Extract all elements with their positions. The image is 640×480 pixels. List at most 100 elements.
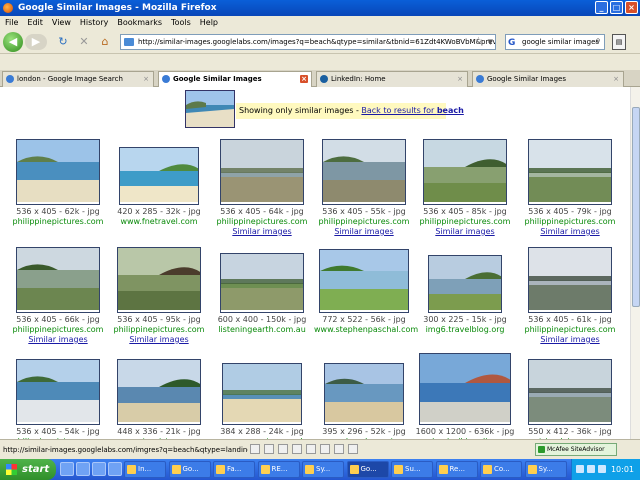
tab-london-search[interactable]: london - Google Image Search × bbox=[2, 71, 154, 87]
result-thumbnail[interactable] bbox=[319, 249, 409, 313]
menu-view[interactable]: View bbox=[52, 16, 71, 30]
tab-similar-images-active[interactable]: Google Similar Images × bbox=[158, 71, 312, 88]
start-button[interactable]: start bbox=[0, 459, 56, 480]
maximize-button[interactable]: □ bbox=[610, 1, 623, 14]
tray-icon[interactable] bbox=[576, 465, 584, 473]
addon-icon[interactable] bbox=[250, 444, 260, 454]
result-thumbnail[interactable] bbox=[324, 363, 404, 425]
result-thumbnail[interactable] bbox=[222, 363, 302, 425]
banner-message: Showing only similar images - Back to re… bbox=[236, 103, 464, 119]
close-button[interactable]: × bbox=[625, 1, 638, 14]
back-button[interactable]: ◀ bbox=[3, 32, 23, 52]
result-thumbnail[interactable] bbox=[16, 139, 100, 205]
addon-icon[interactable] bbox=[278, 444, 288, 454]
quicklaunch-icon[interactable] bbox=[60, 462, 74, 476]
addon-icon[interactable] bbox=[348, 444, 358, 454]
mcafee-siteadvisor-button[interactable]: McAfee SiteAdvisor bbox=[535, 443, 617, 456]
query-thumbnail[interactable] bbox=[185, 90, 235, 128]
quicklaunch-icon[interactable] bbox=[92, 462, 106, 476]
vertical-scrollbar[interactable] bbox=[630, 87, 640, 439]
similar-images-link[interactable]: Similar images bbox=[520, 227, 620, 237]
addon-icon[interactable] bbox=[306, 444, 316, 454]
tab-close-icon[interactable]: × bbox=[300, 75, 308, 83]
quicklaunch-icon[interactable] bbox=[108, 462, 122, 476]
similar-images-link[interactable]: Similar images bbox=[8, 335, 108, 345]
result-thumbnail[interactable] bbox=[423, 139, 507, 205]
result-source: philippinepictures.com bbox=[216, 217, 308, 226]
taskbar-button[interactable]: Sy... bbox=[524, 461, 567, 478]
tab-linkedin[interactable]: LinkedIn: Home × bbox=[316, 71, 468, 87]
similar-images-link[interactable]: Similar images bbox=[314, 227, 414, 237]
home-icon[interactable]: ⌂ bbox=[97, 34, 113, 50]
result-thumbnail[interactable] bbox=[117, 359, 201, 425]
similar-images-link[interactable]: Similar images bbox=[212, 227, 312, 237]
task-app-icon bbox=[171, 465, 181, 474]
result-thumbnail[interactable] bbox=[528, 247, 612, 313]
tab-close-icon[interactable]: × bbox=[612, 75, 620, 83]
result-thumbnail[interactable] bbox=[220, 139, 304, 205]
result-thumbnail[interactable] bbox=[419, 353, 511, 425]
taskbar-button[interactable]: Su... bbox=[391, 461, 433, 478]
result-source: img6.travelblog.org bbox=[425, 325, 505, 334]
result-dimensions: 772 x 522 - 56k - jpg bbox=[322, 315, 406, 324]
result-thumbnail[interactable] bbox=[16, 359, 100, 425]
result-item: 600 x 400 - 150k - jpg listeningearth.com… bbox=[212, 245, 312, 355]
tab-close-icon[interactable]: × bbox=[142, 75, 150, 83]
toolbar-extension-icon[interactable]: ▤ bbox=[612, 34, 626, 50]
similar-images-link[interactable]: Similar images bbox=[415, 227, 515, 237]
result-thumbnail[interactable] bbox=[428, 255, 502, 313]
taskbar-button[interactable]: Co... bbox=[480, 461, 522, 478]
back-to-results-link[interactable]: Back to results for beach bbox=[361, 106, 463, 115]
result-source: www.fnetravel.com bbox=[120, 217, 198, 226]
result-thumbnail[interactable] bbox=[16, 247, 100, 313]
quicklaunch-icon[interactable] bbox=[76, 462, 90, 476]
addon-icon[interactable] bbox=[292, 444, 302, 454]
reload-icon[interactable]: ↻ bbox=[55, 34, 71, 50]
search-input[interactable]: G google similar images bbox=[505, 34, 605, 50]
bookmark-star-icon[interactable]: ☆ bbox=[474, 35, 483, 49]
result-thumbnail[interactable] bbox=[322, 139, 406, 205]
url-text: http://similar-images.googlelabs.com/ima… bbox=[138, 38, 496, 46]
task-label: Go... bbox=[182, 465, 199, 473]
menu-tools[interactable]: Tools bbox=[171, 16, 191, 30]
url-bar[interactable]: http://similar-images.googlelabs.com/ima… bbox=[120, 34, 496, 50]
taskbar-button[interactable]: Go... bbox=[168, 461, 211, 478]
menu-history[interactable]: History bbox=[80, 16, 108, 30]
result-source: philippinepictures.com bbox=[12, 325, 104, 334]
similar-images-link[interactable]: Similar images bbox=[520, 335, 620, 345]
task-label: Sy... bbox=[316, 465, 331, 473]
result-thumbnail[interactable] bbox=[117, 247, 201, 313]
taskbar-button[interactable]: Fa... bbox=[213, 461, 255, 478]
addon-icon[interactable] bbox=[334, 444, 344, 454]
addon-icon[interactable] bbox=[264, 444, 274, 454]
tab-close-icon[interactable]: × bbox=[456, 75, 464, 83]
addon-icon[interactable] bbox=[320, 444, 330, 454]
result-thumbnail[interactable] bbox=[220, 253, 304, 313]
menu-file[interactable]: File bbox=[5, 16, 18, 30]
scrollbar-thumb[interactable] bbox=[632, 107, 640, 307]
menu-bookmarks[interactable]: Bookmarks bbox=[117, 16, 162, 30]
tray-icon[interactable] bbox=[587, 465, 595, 473]
minimize-button[interactable]: _ bbox=[595, 1, 608, 14]
taskbar-button[interactable]: Go... bbox=[346, 461, 389, 478]
menu-help[interactable]: Help bbox=[200, 16, 218, 30]
taskbar-button[interactable]: Sy... bbox=[302, 461, 344, 478]
stop-icon[interactable]: ✕ bbox=[76, 34, 92, 50]
tray-icon[interactable] bbox=[598, 465, 606, 473]
taskbar-button[interactable]: Re... bbox=[435, 461, 478, 478]
taskbar-button[interactable]: RE... bbox=[257, 461, 300, 478]
result-thumbnail[interactable] bbox=[119, 147, 199, 205]
result-thumbnail[interactable] bbox=[528, 139, 612, 205]
firefox-icon bbox=[3, 3, 13, 13]
tab-similar-images[interactable]: Google Similar Images × bbox=[472, 71, 624, 87]
result-thumbnail[interactable] bbox=[528, 359, 612, 425]
page-content: Showing only similar images - Back to re… bbox=[0, 87, 630, 439]
taskbar-button[interactable]: In... bbox=[124, 461, 166, 478]
google-search-engine-icon[interactable]: G bbox=[508, 36, 515, 49]
similar-images-link[interactable]: Similar images bbox=[109, 335, 209, 345]
forward-button[interactable]: ▶ bbox=[25, 34, 47, 50]
url-dropdown-icon[interactable]: ▼ bbox=[488, 35, 493, 49]
menu-edit[interactable]: Edit bbox=[27, 16, 43, 30]
search-go-icon[interactable]: ⌕ bbox=[592, 35, 604, 48]
back-link-text: Back to results for bbox=[361, 106, 437, 115]
